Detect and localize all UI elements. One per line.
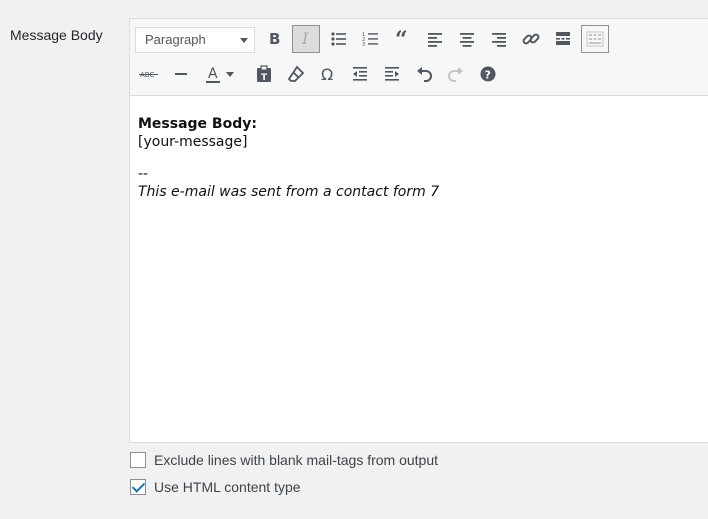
link-icon: [522, 33, 540, 45]
paste-text-button[interactable]: T: [250, 60, 278, 88]
increase-indent-button[interactable]: [378, 60, 406, 88]
caret-down-icon: [226, 72, 234, 77]
bold-icon: B: [269, 30, 280, 48]
strikethrough-button[interactable]: ABC: [135, 60, 163, 88]
editor-content-area[interactable]: Message Body: [your-message] -- This e-m…: [138, 115, 439, 201]
text-color-icon: A: [206, 66, 220, 83]
content-heading: Message Body:: [138, 116, 257, 132]
toolbar-toggle-button[interactable]: [581, 25, 609, 53]
strikethrough-icon: ABC: [139, 71, 158, 79]
horizontal-line-button[interactable]: [167, 60, 195, 88]
format-select-value: Paragraph: [145, 32, 206, 47]
paragraph-format-select[interactable]: Paragraph: [135, 27, 255, 53]
content-paragraph-1: Message Body: [your-message]: [138, 115, 439, 151]
align-center-icon: [460, 33, 474, 47]
exclude-blank-option[interactable]: Exclude lines with blank mail-tags from …: [130, 450, 438, 470]
align-left-icon: [428, 33, 442, 47]
bulleted-list-icon: [331, 32, 346, 46]
svg-text:3: 3: [362, 42, 365, 48]
read-more-button[interactable]: [549, 25, 577, 53]
svg-text:T: T: [261, 73, 268, 83]
clear-formatting-button[interactable]: [282, 60, 310, 88]
special-character-button[interactable]: Ω: [314, 60, 342, 88]
decrease-indent-button[interactable]: [346, 60, 374, 88]
align-right-button[interactable]: [485, 25, 513, 53]
rich-text-editor: Paragraph B I 123 “ A T Ω ? Message Body…: [129, 18, 708, 443]
outdent-icon: [353, 67, 367, 81]
eraser-icon: [287, 65, 305, 82]
chevron-down-icon: [240, 38, 248, 43]
horizontal-line-icon: [175, 73, 187, 75]
help-icon: ?: [480, 66, 496, 82]
message-body-label: Message Body: [10, 27, 103, 43]
editor-toolbar: Paragraph B I 123 “ A T Ω ?: [130, 19, 708, 96]
align-center-button[interactable]: [453, 25, 481, 53]
italic-button[interactable]: I: [292, 25, 320, 53]
exclude-blank-label[interactable]: Exclude lines with blank mail-tags from …: [154, 452, 438, 468]
text-color-dropdown[interactable]: [223, 60, 237, 88]
blockquote-icon: “: [395, 29, 408, 49]
bold-button[interactable]: B: [260, 25, 288, 53]
svg-text:A: A: [208, 66, 218, 82]
indent-icon: [385, 67, 399, 81]
help-button[interactable]: ?: [474, 60, 502, 88]
undo-button[interactable]: [410, 60, 438, 88]
use-html-label[interactable]: Use HTML content type: [154, 479, 301, 495]
mail-options: Exclude lines with blank mail-tags from …: [130, 450, 438, 504]
toolbar-row-2: ABC A T Ω: [130, 60, 708, 90]
use-html-option[interactable]: Use HTML content type: [130, 477, 438, 497]
content-mail-tag: [your-message]: [138, 134, 248, 150]
content-separator: --: [138, 166, 149, 182]
redo-icon: [448, 67, 463, 82]
content-signature: This e-mail was sent from a contact form…: [138, 184, 440, 200]
numbered-list-button[interactable]: 123: [357, 25, 385, 53]
redo-button[interactable]: [442, 60, 470, 88]
blockquote-button[interactable]: “: [389, 25, 417, 53]
svg-text:Ω: Ω: [321, 65, 333, 84]
toolbar-toggle-icon: [586, 31, 604, 47]
use-html-checkbox[interactable]: [130, 479, 146, 495]
align-left-button[interactable]: [421, 25, 449, 53]
svg-text:I: I: [301, 29, 309, 48]
bulleted-list-button[interactable]: [325, 25, 353, 53]
toolbar-row-1: Paragraph B I 123 “: [130, 25, 708, 55]
numbered-list-icon: 123: [362, 32, 378, 48]
paste-text-icon: T: [257, 65, 271, 83]
omega-icon: Ω: [321, 65, 333, 84]
content-paragraph-2: -- This e-mail was sent from a contact f…: [138, 165, 439, 201]
insert-link-button[interactable]: [517, 25, 545, 53]
exclude-blank-checkbox[interactable]: [130, 452, 146, 468]
align-right-icon: [492, 33, 506, 47]
svg-text:B: B: [269, 30, 280, 48]
italic-icon: I: [301, 29, 309, 48]
svg-text:?: ?: [485, 69, 491, 82]
svg-text:“: “: [395, 29, 408, 49]
undo-icon: [417, 67, 432, 82]
read-more-icon: [556, 32, 570, 45]
